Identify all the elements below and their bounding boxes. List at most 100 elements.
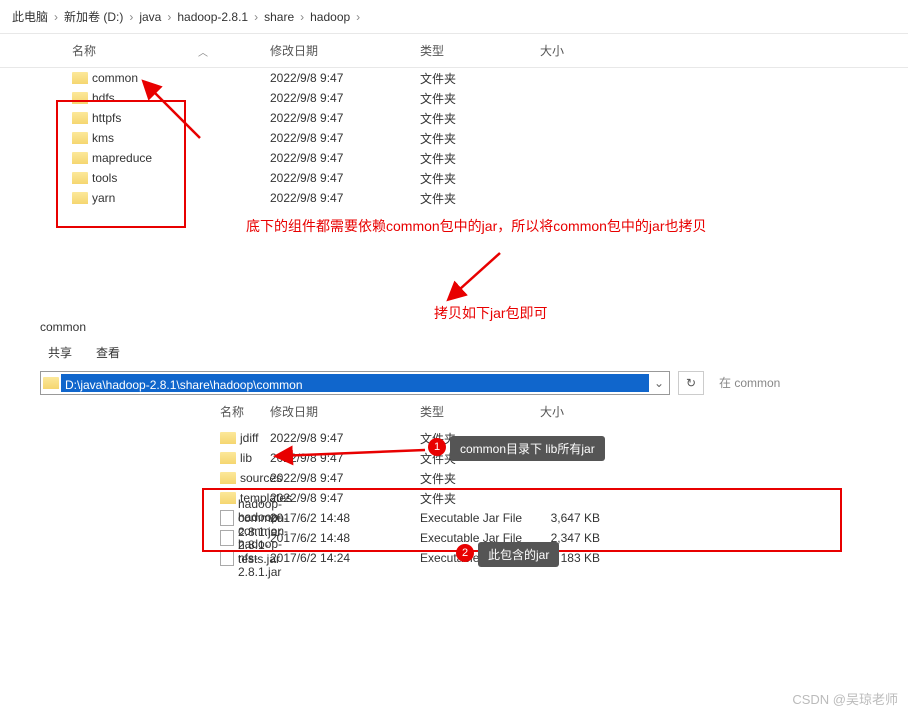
column-type-header[interactable]: 类型 [410,42,530,59]
refresh-icon: ↻ [686,376,696,390]
table-row[interactable]: tools 2022/9/8 9:47 文件夹 [0,168,908,188]
file-name: jdiff [240,431,258,445]
file-type: 文件夹 [410,70,530,87]
file-list-bottom: 名称 修改日期 类型 大小 jdiff 2022/9/8 9:47 文件夹 li… [0,395,908,568]
chevron-right-icon: › [298,10,306,24]
watermark: CSDN @吴琼老师 [792,689,898,708]
chevron-right-icon: › [165,10,173,24]
file-date: 2022/9/8 9:47 [260,451,410,465]
column-type-header[interactable]: 类型 [410,403,530,420]
folder-icon [72,92,88,104]
folder-icon [72,72,88,84]
file-date: 2022/9/8 9:47 [260,431,410,445]
column-date-header[interactable]: 修改日期 [260,403,410,420]
bottom-explorer-window: common 共享 查看 D:\java\hadoop-2.8.1\share\… [0,308,908,568]
annotation-arrow-icon [430,248,510,308]
crumb-item[interactable]: share [260,8,298,26]
crumb-item[interactable]: 此电脑 [8,6,52,27]
crumb-item[interactable]: hadoop-2.8.1 [173,8,252,26]
file-type: 文件夹 [410,470,530,487]
callout-label-2: 此包含的jar [478,542,559,567]
file-name: kms [92,131,114,145]
file-type: 文件夹 [410,170,530,187]
folder-icon [220,472,236,484]
folder-icon [41,377,61,389]
file-date: 2022/9/8 9:47 [260,151,410,165]
address-text[interactable]: D:\java\hadoop-2.8.1\share\hadoop\common [61,374,649,392]
file-type: 文件夹 [410,150,530,167]
table-row[interactable]: hdfs 2022/9/8 9:47 文件夹 [0,88,908,108]
table-header: 名称 修改日期 类型 大小 [0,395,908,428]
file-type: 文件夹 [410,110,530,127]
chevron-right-icon: › [252,10,260,24]
folder-icon [72,192,88,204]
file-type: 文件夹 [410,90,530,107]
callout-badge-2: 2 [456,544,474,562]
table-row[interactable]: hadoop-nfs-2.8.1.jar 2017/6/2 14:24 Exec… [0,548,908,568]
column-size-header[interactable]: 大小 [530,403,630,420]
folder-icon [72,112,88,124]
column-size-header[interactable]: 大小 [530,42,630,59]
file-date: 2017/6/2 14:48 [260,531,410,545]
callout-badge-1: 1 [428,438,446,456]
file-date: 2022/9/8 9:47 [260,131,410,145]
file-name: tools [92,171,117,185]
annotation-text: 底下的组件都需要依赖common包中的jar，所以将common包中的jar也拷… [246,216,746,236]
folder-icon [72,172,88,184]
folder-icon [72,132,88,144]
file-date: 2022/9/8 9:47 [260,111,410,125]
file-date: 2022/9/8 9:47 [260,471,410,485]
tab-share[interactable]: 共享 [48,344,72,361]
file-name: httpfs [92,111,121,125]
file-type: 文件夹 [410,130,530,147]
table-row[interactable]: kms 2022/9/8 9:47 文件夹 [0,128,908,148]
column-date-header[interactable]: 修改日期 [260,42,410,59]
address-bar[interactable]: D:\java\hadoop-2.8.1\share\hadoop\common… [40,371,670,395]
file-name: hdfs [92,91,115,105]
file-type: Executable Jar File [410,511,530,525]
folder-icon [220,432,236,444]
chevron-right-icon: › [52,10,60,24]
search-input[interactable]: 在 common [712,371,892,395]
file-date: 2022/9/8 9:47 [260,91,410,105]
file-size: 3,647 KB [530,511,630,525]
file-date: 2022/9/8 9:47 [260,71,410,85]
table-row[interactable]: mapreduce 2022/9/8 9:47 文件夹 [0,148,908,168]
crumb-item[interactable]: 新加卷 (D:) [60,6,127,27]
window-title: common [0,308,908,338]
table-row[interactable]: httpfs 2022/9/8 9:47 文件夹 [0,108,908,128]
table-header: 名称 ︿ 修改日期 类型 大小 [0,34,908,68]
breadcrumb[interactable]: 此电脑 › 新加卷 (D:) › java › hadoop-2.8.1 › s… [0,0,908,34]
folder-icon [72,152,88,164]
callout-label-1: common目录下 lib所有jar [450,436,605,461]
table-row[interactable]: sources 2022/9/8 9:47 文件夹 [0,468,908,488]
folder-icon [220,452,236,464]
table-row[interactable]: common 2022/9/8 9:47 文件夹 [0,68,908,88]
file-date: 2017/6/2 14:24 [260,551,410,565]
chevron-right-icon: › [127,10,135,24]
chevron-down-icon[interactable]: ⌄ [649,376,669,390]
table-row[interactable]: yarn 2022/9/8 9:47 文件夹 [0,188,908,208]
crumb-item[interactable]: java [135,8,165,26]
file-list-top: 名称 ︿ 修改日期 类型 大小 common 2022/9/8 9:47 文件夹… [0,34,908,208]
file-name: lib [240,451,252,465]
file-icon [220,550,234,566]
crumb-item[interactable]: hadoop [306,8,354,26]
file-type: 文件夹 [410,490,530,507]
column-name-header[interactable]: 名称 [0,42,260,59]
chevron-right-icon: › [354,10,362,24]
sort-chevron-icon: ︿ [198,44,208,59]
tab-view[interactable]: 查看 [96,344,120,361]
ribbon-tabs: 共享 查看 [0,338,908,371]
file-date: 2022/9/8 9:47 [260,171,410,185]
column-name-header[interactable]: 名称 [0,403,260,420]
address-bar-row: D:\java\hadoop-2.8.1\share\hadoop\common… [0,371,908,395]
annotation-area: 底下的组件都需要依赖common包中的jar，所以将common包中的jar也拷… [0,208,908,308]
file-name: mapreduce [92,151,152,165]
top-explorer-window: 此电脑 › 新加卷 (D:) › java › hadoop-2.8.1 › s… [0,0,908,208]
refresh-button[interactable]: ↻ [678,371,704,395]
file-name: yarn [92,191,115,205]
file-name: common [92,71,138,85]
file-date: 2022/9/8 9:47 [260,191,410,205]
file-type: 文件夹 [410,190,530,207]
